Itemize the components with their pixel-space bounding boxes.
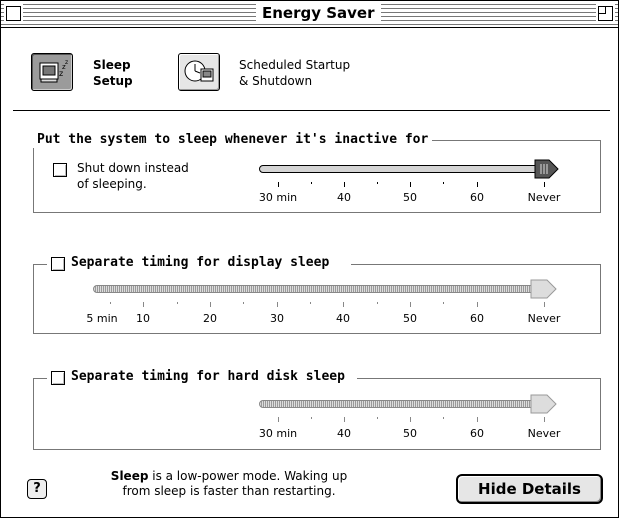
description-line-2: from sleep is faster than restarting. <box>122 484 336 498</box>
tick <box>410 182 411 187</box>
tick <box>110 302 111 304</box>
scheduled-startup-label-1: Scheduled Startup <box>239 58 351 72</box>
tick <box>377 182 378 184</box>
close-box-icon[interactable] <box>6 6 21 21</box>
energy-saver-window: Energy Saver z z z Sleep Setup Scheduled… <box>0 0 619 518</box>
tick <box>477 417 478 422</box>
tick-label: Never <box>527 427 561 440</box>
system-sleep-title: Put the system to sleep whenever it's in… <box>33 132 433 148</box>
tick <box>377 417 378 419</box>
hide-details-button[interactable]: Hide Details <box>456 474 603 504</box>
tick-label: 30 min <box>258 427 298 440</box>
tick-label: 40 <box>337 427 351 440</box>
tick-label: 10 <box>136 312 150 325</box>
tick-label: 40 <box>337 191 351 204</box>
tick-label: 5 min <box>86 312 118 325</box>
sleep-computer-icon: z z z <box>39 59 68 83</box>
sleep-setup-tab[interactable]: z z z <box>31 53 73 91</box>
svg-text:z: z <box>65 59 68 66</box>
tick <box>278 182 279 187</box>
tick <box>311 417 312 419</box>
tick <box>443 417 444 419</box>
tick <box>344 417 345 422</box>
disk-sleep-checkbox[interactable] <box>51 371 65 385</box>
tick <box>277 302 278 307</box>
sleep-setup-label-1: Sleep <box>93 58 131 72</box>
title-bar[interactable]: Energy Saver <box>1 1 618 28</box>
tick-label: 50 <box>403 427 417 440</box>
shutdown-instead-checkbox[interactable] <box>53 163 67 177</box>
tick <box>210 302 211 307</box>
system-sleep-slider-thumb[interactable] <box>534 159 560 179</box>
scheduled-startup-label-2: & Shutdown <box>239 74 313 88</box>
tick-label: 30 min <box>258 191 298 204</box>
tick <box>544 302 545 307</box>
tick-label: 20 <box>203 312 217 325</box>
disk-sleep-slider-track[interactable] <box>259 400 553 408</box>
display-sleep-checkbox[interactable] <box>51 257 65 271</box>
sleep-term: Sleep <box>110 469 149 483</box>
shutdown-label-1: Shut down instead <box>77 161 189 175</box>
window-title: Energy Saver <box>256 3 381 24</box>
tick-label: Never <box>527 191 561 204</box>
tab-divider <box>13 110 610 111</box>
display-sleep-slider-track[interactable] <box>93 285 553 293</box>
tick-label: 60 <box>470 312 484 325</box>
zoom-box-icon[interactable] <box>598 6 613 21</box>
tick <box>143 302 144 307</box>
disk-sleep-group <box>33 378 601 450</box>
description-line-1: is a low-power mode. Waking up <box>148 469 348 483</box>
display-sleep-title[interactable]: Separate timing for display sleep <box>67 255 334 271</box>
tick <box>410 302 411 307</box>
tick <box>177 302 178 304</box>
system-sleep-slider-track[interactable] <box>259 165 552 173</box>
disk-sleep-slider-thumb[interactable] <box>530 394 558 414</box>
sleep-setup-label-2: Setup <box>93 74 133 88</box>
tick <box>310 302 311 304</box>
tick <box>377 302 378 304</box>
tick <box>443 182 444 184</box>
tick-label: 60 <box>470 427 484 440</box>
tick <box>344 182 345 187</box>
disk-sleep-title[interactable]: Separate timing for hard disk sleep <box>67 369 349 385</box>
clock-computer-icon <box>184 60 214 82</box>
display-sleep-slider-thumb[interactable] <box>530 279 558 299</box>
tick <box>243 302 244 304</box>
tick <box>311 182 312 184</box>
help-icon[interactable]: ? <box>27 479 47 499</box>
tick <box>544 182 545 187</box>
tick-label: Never <box>527 312 561 325</box>
tick <box>544 417 545 422</box>
scheduled-startup-tab[interactable] <box>178 53 220 91</box>
tick <box>477 182 478 187</box>
tick-label: 60 <box>470 191 484 204</box>
tick <box>343 302 344 307</box>
tick <box>278 417 279 422</box>
tick-label: 30 <box>270 312 284 325</box>
tick-label: 50 <box>403 312 417 325</box>
sleep-description: Sleep is a low-power mode. Waking up fro… <box>79 469 379 499</box>
tick <box>477 302 478 307</box>
shutdown-label-2: of sleeping. <box>77 177 147 191</box>
tick <box>443 302 444 304</box>
tick-label: 40 <box>336 312 350 325</box>
tick <box>410 417 411 422</box>
tick-label: 50 <box>403 191 417 204</box>
